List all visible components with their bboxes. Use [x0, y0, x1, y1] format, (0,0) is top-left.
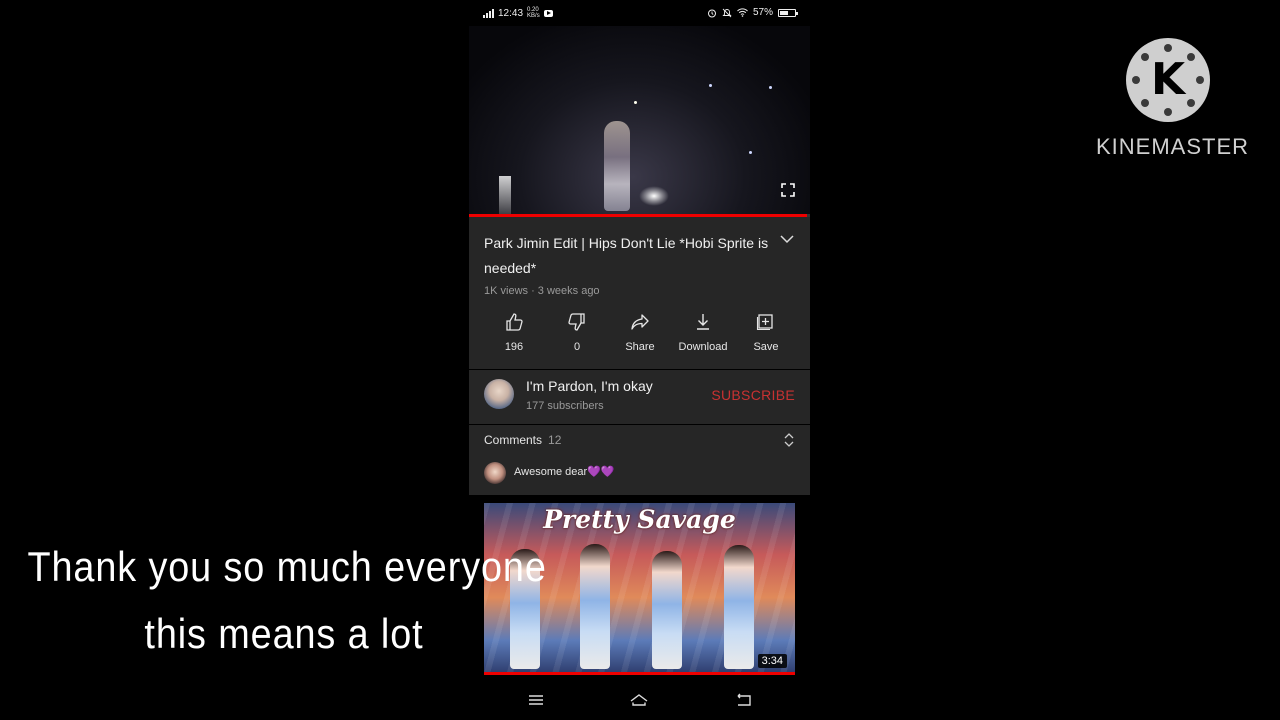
thumbs-down-icon — [568, 313, 585, 331]
save-button[interactable]: Save — [735, 312, 797, 353]
video-title: Park Jimin Edit | Hips Don't Lie *Hobi S… — [484, 235, 769, 276]
like-button[interactable]: 196 — [483, 312, 545, 353]
signal-icon — [483, 8, 494, 18]
share-label: Share — [625, 341, 655, 353]
stage-light — [499, 176, 511, 216]
channel-avatar[interactable] — [484, 379, 514, 409]
expand-icon[interactable] — [784, 433, 794, 447]
download-icon — [697, 314, 709, 330]
stage-spot — [634, 101, 637, 104]
stage-spot — [749, 151, 752, 154]
battery-icon — [778, 8, 798, 17]
download-label: Download — [678, 341, 728, 353]
data-speed-unit: KB/s — [527, 13, 540, 19]
channel-name[interactable]: I'm Pardon, I'm okay — [526, 378, 653, 394]
purple-heart-emoji: 💜💜 — [587, 466, 615, 478]
video-meta: 1K views · 3 weeks ago — [484, 285, 600, 297]
save-label: Save — [753, 341, 779, 353]
comments-header: Comments 12 — [484, 433, 561, 447]
share-button[interactable]: Share — [609, 312, 671, 353]
performer-figure — [580, 544, 610, 669]
subscriber-count: 177 subscribers — [526, 400, 604, 412]
channel-row[interactable]: I'm Pardon, I'm okay 177 subscribers SUB… — [469, 370, 810, 424]
caption-line-2: this means a lot — [144, 610, 424, 657]
youtube-notification-icon — [543, 9, 553, 17]
back-icon[interactable] — [734, 690, 754, 710]
status-time: 12:43 — [498, 7, 524, 19]
top-comment: Awesome dear💜💜 — [514, 465, 615, 478]
system-nav-bar — [469, 680, 810, 720]
battery-percent: 57% — [752, 7, 773, 18]
thumbnail-title: Pretty Savage — [543, 505, 736, 534]
video-details: Park Jimin Edit | Hips Don't Lie *Hobi S… — [469, 217, 810, 369]
performer-figure — [724, 545, 754, 669]
stage-light — [639, 186, 669, 206]
video-duration: 3:34 — [757, 654, 787, 668]
alarm-icon — [707, 9, 716, 17]
wifi-icon — [737, 8, 748, 17]
performer-figure — [652, 551, 682, 669]
like-count: 196 — [504, 341, 524, 353]
stage-spot — [709, 84, 712, 87]
brand-name: KINEMASTER — [1096, 134, 1250, 159]
menu-icon[interactable] — [526, 690, 546, 710]
logo-letter: K — [1150, 54, 1186, 105]
caption-line-1: Thank you so much everyone — [27, 543, 547, 590]
download-button[interactable]: Download — [672, 312, 734, 353]
dislike-count: 0 — [573, 341, 581, 353]
dislike-button[interactable]: 0 — [546, 312, 608, 353]
stage-spot — [769, 86, 772, 89]
commenter-avatar — [484, 462, 506, 484]
kinemaster-watermark: K KINEMASTER — [1096, 36, 1250, 166]
chevron-down-icon[interactable] — [780, 235, 794, 244]
save-icon — [756, 314, 773, 331]
video-player[interactable] — [469, 26, 810, 216]
overlay-caption: Thank you so much everyone this means a … — [27, 533, 547, 667]
kinemaster-logo-icon: K — [1126, 38, 1210, 122]
comments-section[interactable]: Comments 12 Awesome dear💜💜 — [469, 425, 810, 495]
subscribe-button[interactable]: SUBSCRIBE — [711, 387, 795, 403]
thumbs-up-icon — [506, 313, 523, 331]
dancer-figure — [604, 121, 630, 211]
comments-count: 12 — [548, 433, 562, 447]
mute-icon — [722, 8, 732, 17]
watched-progress-bar — [484, 672, 795, 675]
fullscreen-icon[interactable] — [781, 183, 795, 197]
comments-label: Comments — [484, 433, 543, 447]
home-icon[interactable] — [629, 690, 649, 710]
top-comment-text: Awesome dear — [514, 466, 588, 478]
share-icon — [631, 314, 649, 330]
status-bar: 12:43 0.20 KB/s 57% — [469, 0, 810, 26]
action-bar: 196 0 Share Download Save — [483, 312, 797, 353]
